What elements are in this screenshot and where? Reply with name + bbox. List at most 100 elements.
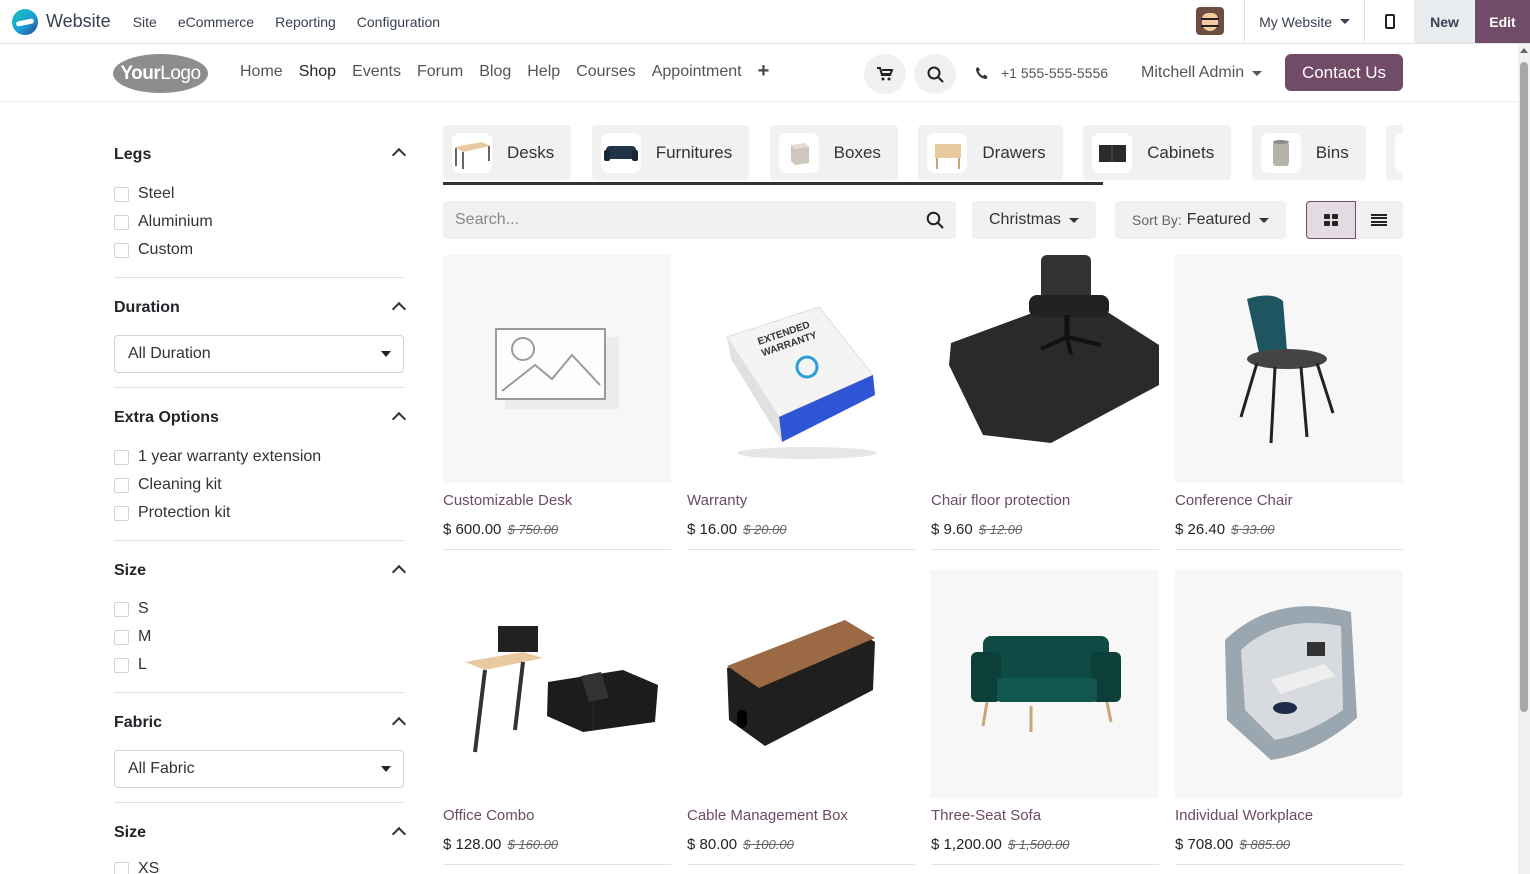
- nav-blog[interactable]: Blog: [479, 63, 511, 81]
- duration-select[interactable]: All Duration: [114, 335, 404, 373]
- product-name[interactable]: Three-Seat Sofa: [931, 807, 1159, 824]
- edit-button[interactable]: Edit: [1475, 0, 1530, 43]
- filter-option-protection-kit[interactable]: Protection kit: [114, 499, 404, 527]
- cart-button[interactable]: [864, 54, 906, 94]
- product-name[interactable]: Office Combo: [443, 807, 671, 824]
- user-menu[interactable]: Mitchell Admin: [1141, 64, 1263, 82]
- product-card[interactable]: Cable Management Box $ 80.00 $ 100.00: [687, 570, 915, 865]
- filter-option-s[interactable]: S: [114, 595, 404, 623]
- user-avatar[interactable]: [1196, 7, 1225, 35]
- product-image-cable-box[interactable]: [687, 570, 915, 798]
- filter-option-steel[interactable]: Steel: [114, 180, 404, 208]
- checkbox[interactable]: [114, 861, 129, 874]
- product-name[interactable]: Warranty: [687, 492, 915, 509]
- product-price: $ 1,200.00 $ 1,500.00: [931, 836, 1159, 853]
- category-desks[interactable]: Desks: [443, 125, 572, 180]
- price-old: $ 33.00: [1231, 522, 1275, 537]
- sort-dropdown[interactable]: Sort By: Featured: [1115, 201, 1286, 239]
- filter-option-m[interactable]: M: [114, 623, 404, 651]
- mobile-preview-button[interactable]: [1364, 0, 1414, 43]
- nav-home[interactable]: Home: [240, 63, 283, 81]
- category-desks-image: [452, 132, 492, 173]
- product-search-input[interactable]: [455, 211, 926, 229]
- phone-contact[interactable]: +1 555-555-5556: [975, 65, 1108, 81]
- product-image-chair-mat[interactable]: [931, 255, 1159, 483]
- scrollbar-thumb[interactable]: [1520, 62, 1528, 712]
- category-furnitures[interactable]: Furnitures: [591, 125, 750, 180]
- site-logo[interactable]: Your Logo: [113, 54, 208, 93]
- checkbox[interactable]: [114, 449, 129, 465]
- category-bins[interactable]: Bins: [1251, 125, 1366, 180]
- user-name: Mitchell Admin: [1141, 64, 1245, 81]
- scroll-up-arrow-icon[interactable]: [1520, 48, 1528, 53]
- new-button[interactable]: New: [1414, 0, 1475, 43]
- filter-option-cleaning-kit[interactable]: Cleaning kit: [114, 471, 404, 499]
- product-image-sofa[interactable]: [931, 570, 1159, 798]
- product-card[interactable]: Individual Workplace $ 708.00 $ 885.00: [1175, 570, 1403, 865]
- logo-text-your: Your: [120, 62, 161, 84]
- product-card[interactable]: Three-Seat Sofa $ 1,200.00 $ 1,500.00: [931, 570, 1159, 865]
- category-drawers[interactable]: Drawers: [918, 125, 1063, 180]
- main-nav: Home Shop Events Forum Blog Help Courses…: [240, 61, 785, 81]
- nav-help[interactable]: Help: [527, 63, 560, 81]
- filter-title-extra-options[interactable]: Extra Options: [114, 409, 219, 427]
- checkbox[interactable]: [114, 214, 129, 230]
- admin-menu-configuration[interactable]: Configuration: [357, 14, 440, 30]
- filter-title-size-2[interactable]: Size: [114, 824, 146, 842]
- add-page-plus-icon[interactable]: +: [758, 61, 770, 81]
- nav-courses[interactable]: Courses: [576, 63, 636, 81]
- filter-title-size[interactable]: Size: [114, 562, 146, 580]
- checkbox[interactable]: [114, 186, 129, 202]
- app-brand[interactable]: Website: [12, 8, 111, 35]
- product-image-workplace[interactable]: [1175, 570, 1403, 798]
- nav-shop[interactable]: Shop: [299, 63, 336, 81]
- filter-option-custom[interactable]: Custom: [114, 236, 404, 264]
- filter-option-warranty[interactable]: 1 year warranty extension: [114, 443, 404, 471]
- category-boxes[interactable]: Boxes: [769, 125, 898, 180]
- category-lamps-partial[interactable]: [1386, 125, 1403, 180]
- pricelist-dropdown[interactable]: Christmas: [972, 201, 1097, 239]
- admin-menu-ecommerce[interactable]: eCommerce: [178, 14, 254, 30]
- checkbox[interactable]: [114, 242, 129, 258]
- product-name[interactable]: Individual Workplace: [1175, 807, 1403, 824]
- product-image-conference-chair[interactable]: [1175, 255, 1403, 483]
- header-search-button[interactable]: [914, 54, 956, 94]
- product-card[interactable]: Conference Chair $ 26.40 $ 33.00: [1175, 255, 1403, 550]
- search-icon[interactable]: [926, 211, 944, 229]
- admin-menu-reporting[interactable]: Reporting: [275, 14, 336, 30]
- checkbox[interactable]: [114, 601, 129, 617]
- filter-option-aluminium[interactable]: Aluminium: [114, 208, 404, 236]
- checkbox[interactable]: [114, 477, 129, 493]
- app-name: Website: [46, 11, 111, 31]
- nav-appointment[interactable]: Appointment: [652, 63, 742, 81]
- page-scrollbar[interactable]: [1518, 44, 1530, 874]
- website-switcher[interactable]: My Website: [1244, 0, 1364, 43]
- category-cabinets[interactable]: Cabinets: [1083, 125, 1232, 180]
- grid-view-button[interactable]: [1306, 201, 1356, 239]
- product-name[interactable]: Conference Chair: [1175, 492, 1403, 509]
- filter-title-legs[interactable]: Legs: [114, 146, 151, 164]
- product-card[interactable]: Office Combo $ 128.00 $ 160.00: [443, 570, 671, 865]
- product-card[interactable]: Chair floor protection $ 9.60 $ 12.00: [931, 255, 1159, 550]
- admin-menu-site[interactable]: Site: [133, 14, 157, 30]
- filter-option-l[interactable]: L: [114, 651, 404, 679]
- product-image-placeholder[interactable]: [443, 255, 671, 483]
- checkbox[interactable]: [114, 505, 129, 521]
- checkbox[interactable]: [114, 629, 129, 645]
- product-image-office-combo[interactable]: [443, 570, 671, 798]
- filter-option-xs[interactable]: XS: [114, 855, 404, 874]
- checkbox[interactable]: [114, 657, 129, 673]
- contact-us-button[interactable]: Contact Us: [1285, 54, 1403, 91]
- product-name[interactable]: Customizable Desk: [443, 492, 671, 509]
- product-name[interactable]: Chair floor protection: [931, 492, 1159, 509]
- list-view-button[interactable]: [1356, 201, 1404, 239]
- product-card[interactable]: EXTENDEDWARRANTY Warranty $ 16.00 $ 20.0…: [687, 255, 915, 550]
- product-name[interactable]: Cable Management Box: [687, 807, 915, 824]
- filter-title-fabric[interactable]: Fabric: [114, 714, 162, 732]
- product-image-warranty[interactable]: EXTENDEDWARRANTY: [687, 255, 915, 483]
- filter-title-duration[interactable]: Duration: [114, 299, 180, 317]
- nav-forum[interactable]: Forum: [417, 63, 463, 81]
- product-card[interactable]: Customizable Desk $ 600.00 $ 750.00: [443, 255, 671, 550]
- nav-events[interactable]: Events: [352, 63, 401, 81]
- fabric-select[interactable]: All Fabric: [114, 750, 404, 788]
